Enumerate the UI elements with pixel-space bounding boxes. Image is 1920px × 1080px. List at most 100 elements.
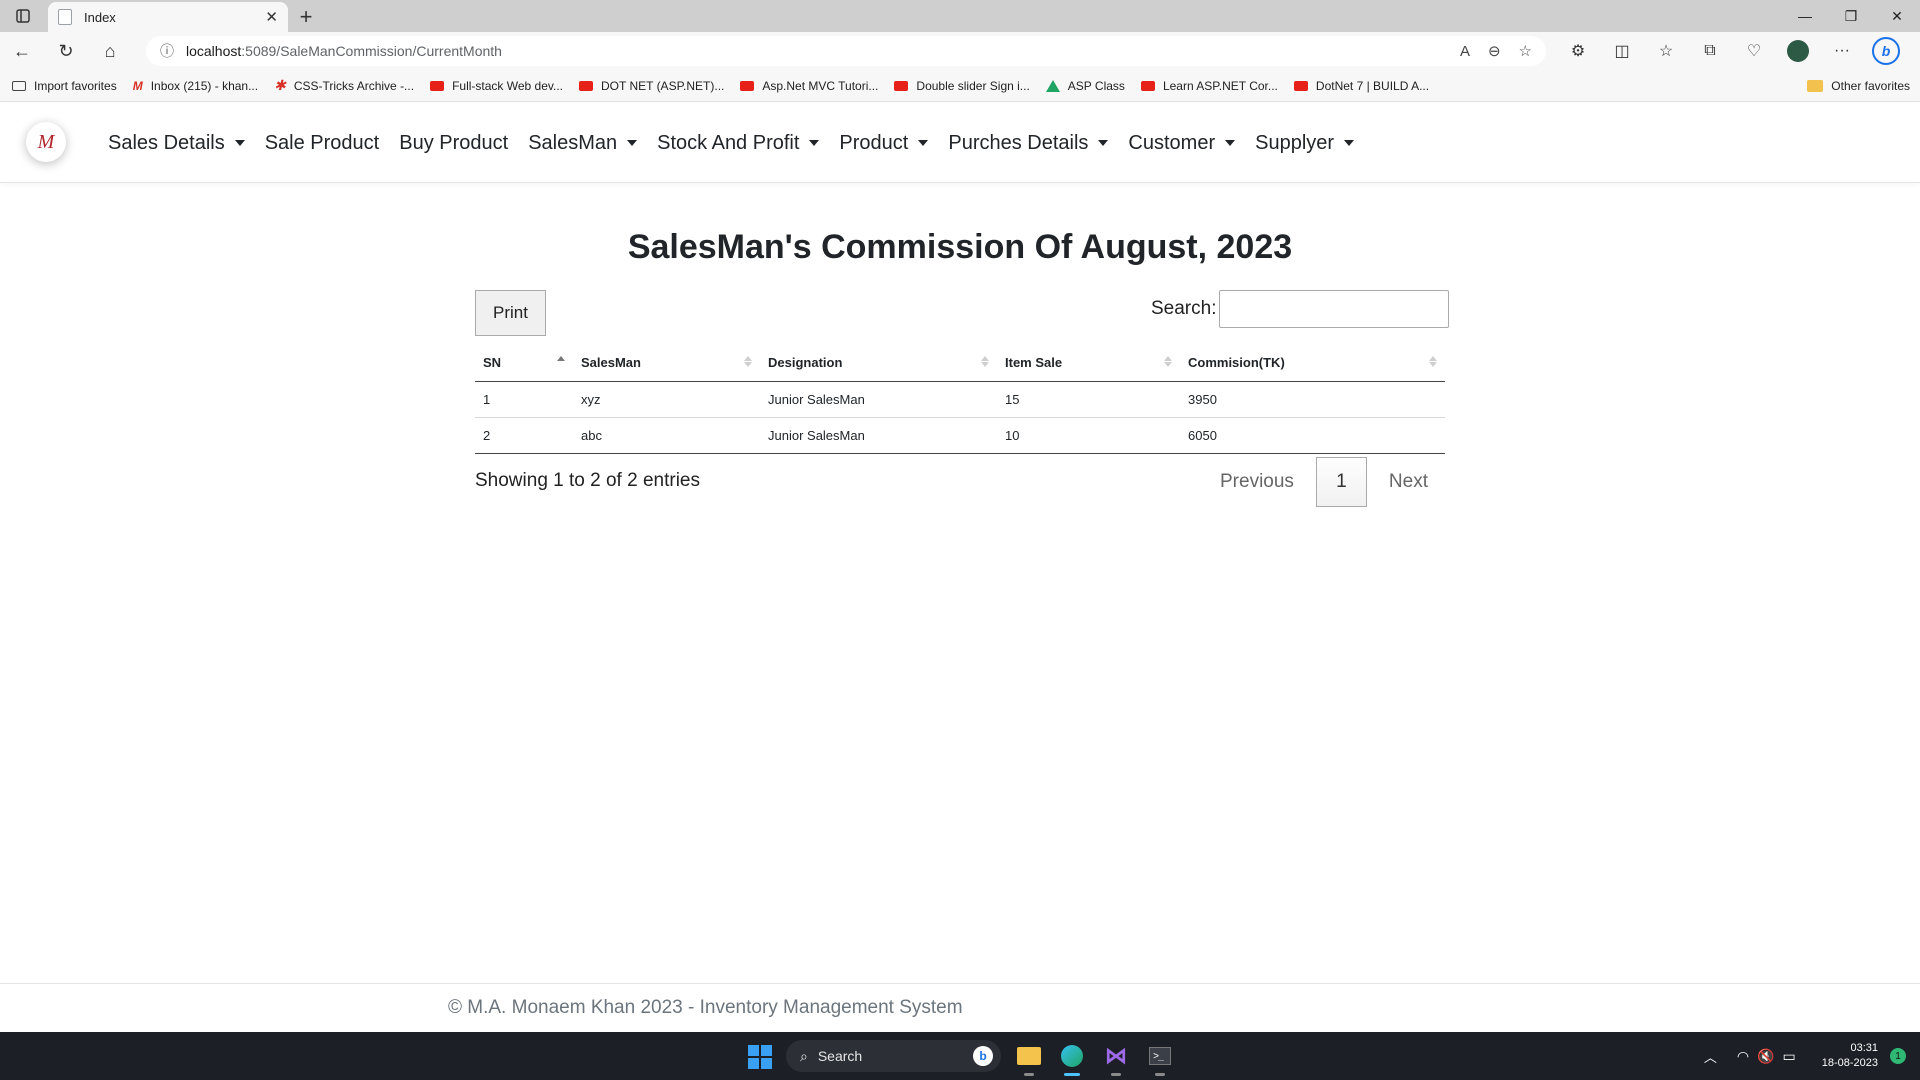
logo-text: M	[37, 130, 55, 153]
browser-toolbar-right: ⚙ ◫ ☆ ⧉ ♡ ··· b	[1556, 32, 1908, 70]
folder-icon	[1807, 80, 1824, 92]
brand-logo[interactable]: M	[26, 122, 66, 162]
file-explorer-icon[interactable]	[1013, 1040, 1045, 1076]
favorite-drive[interactable]: ASP Class	[1045, 79, 1125, 93]
print-button[interactable]: Print	[475, 290, 546, 336]
zoom-icon[interactable]: ⊖	[1488, 42, 1501, 60]
back-icon[interactable]: ←	[0, 32, 44, 70]
favorite-youtube-1[interactable]: Full-stack Web dev...	[430, 79, 563, 93]
search-icon: ⌕	[800, 1047, 808, 1064]
favorite-youtube-5[interactable]: Learn ASP.NET Cor...	[1140, 79, 1278, 93]
column-header-commission[interactable]: Commision(TK)	[1180, 344, 1445, 382]
extensions-icon[interactable]: ⚙	[1556, 41, 1600, 61]
close-tab-icon[interactable]: ✕	[265, 8, 278, 26]
other-favorites[interactable]: Other favorites	[1807, 70, 1910, 102]
start-icon[interactable]	[748, 1045, 772, 1069]
nav-label: Buy Product	[399, 131, 509, 154]
restore-icon[interactable]: ❐	[1828, 0, 1874, 32]
favorite-youtube-6[interactable]: DotNet 7 | BUILD A...	[1293, 79, 1429, 93]
column-label: Designation	[768, 354, 843, 370]
column-label: SalesMan	[581, 354, 641, 370]
info-icon[interactable]: ⓘ	[160, 41, 174, 61]
bing-chat-button[interactable]: b	[1864, 37, 1908, 65]
notification-badge[interactable]: 1	[1890, 1048, 1906, 1064]
favorite-youtube-4[interactable]: Double slider Sign i...	[894, 79, 1030, 93]
favorite-label: CSS-Tricks Archive -...	[293, 78, 415, 93]
next-page-button[interactable]: Next	[1375, 457, 1442, 507]
app-navbar: M Sales Details Sale Product Buy Product…	[0, 103, 1920, 183]
favorite-label: Import favorites	[34, 78, 117, 93]
search-label: Search:	[1151, 298, 1217, 319]
clock-date: 18-08-2023	[1821, 1057, 1878, 1069]
more-options-icon[interactable]: ···	[1820, 42, 1864, 60]
column-label: SN	[483, 354, 502, 370]
dropdown-caret-icon	[1098, 140, 1109, 146]
minimize-icon[interactable]: —	[1782, 0, 1828, 32]
network-volume-battery-icon[interactable]: ◠🔇▭	[1737, 1048, 1804, 1065]
clock[interactable]: 03:31 18-08-2023	[1822, 1041, 1878, 1071]
browser-essentials-icon[interactable]: ♡	[1732, 41, 1776, 61]
nav-item-salesman[interactable]: SalesMan	[518, 132, 647, 155]
clock-time: 03:31	[1850, 1042, 1878, 1054]
favorite-gmail[interactable]: M Inbox (215) - khan...	[133, 79, 258, 93]
window-controls: — ❐ ✕	[1782, 0, 1920, 32]
page-footer: © M.A. Monaem Khan 2023 - Inventory Mana…	[0, 983, 1920, 1032]
column-header-designation[interactable]: Designation	[760, 344, 997, 382]
nav-label: SalesMan	[528, 131, 618, 154]
search-input[interactable]	[1219, 290, 1450, 328]
table-info: Showing 1 to 2 of 2 entries	[475, 470, 700, 491]
table-header-row: SN SalesMan Designation Item Sale Commis…	[475, 344, 1445, 382]
tab-title: Index	[84, 9, 116, 25]
profile-avatar[interactable]	[1776, 40, 1820, 62]
favorite-youtube-3[interactable]: Asp.Net MVC Tutori...	[740, 79, 878, 93]
close-window-icon[interactable]: ✕	[1874, 0, 1920, 32]
collections-icon[interactable]: ⧉	[1688, 42, 1732, 60]
nav-item-sales-details[interactable]: Sales Details	[98, 132, 255, 155]
sort-icon	[1164, 356, 1172, 367]
windows-taskbar: ⌕ Search b ⋈ >_ ︿ ◠🔇▭ 03:31 18-08-2023 1	[0, 1032, 1920, 1080]
nav-item-purches-details[interactable]: Purches Details	[938, 132, 1118, 155]
youtube-icon	[430, 80, 445, 91]
nav-item-supplyer[interactable]: Supplyer	[1245, 132, 1364, 155]
visual-studio-icon[interactable]: ⋈	[1100, 1040, 1132, 1076]
column-header-sn[interactable]: SN	[475, 344, 573, 382]
favorite-star-icon[interactable]: ☆	[1519, 42, 1532, 60]
nav-label: Purches Details	[948, 131, 1089, 154]
read-aloud-icon[interactable]: A	[1460, 43, 1470, 60]
home-icon[interactable]: ⌂	[88, 32, 132, 70]
cell-designation: Junior SalesMan	[760, 417, 997, 454]
page-1-button[interactable]: 1	[1315, 457, 1367, 507]
favorite-css-tricks[interactable]: ✱ CSS-Tricks Archive -...	[274, 77, 414, 94]
nav-item-sale-product[interactable]: Sale Product	[255, 132, 390, 155]
show-hidden-icons-icon[interactable]: ︿	[1704, 1047, 1717, 1066]
nav-item-stock-and-profit[interactable]: Stock And Profit	[647, 132, 829, 155]
cell-sn: 1	[475, 381, 573, 418]
dropdown-caret-icon	[1344, 140, 1355, 146]
column-header-salesman[interactable]: SalesMan	[573, 344, 760, 382]
url-field[interactable]: ⓘ localhost:5089/SaleManCommission/Curre…	[146, 36, 1546, 66]
nav-item-buy-product[interactable]: Buy Product	[389, 132, 518, 155]
edge-icon[interactable]	[1056, 1040, 1088, 1076]
nav-item-product[interactable]: Product	[829, 132, 938, 155]
sort-icon	[981, 356, 989, 367]
favorite-youtube-2[interactable]: DOT NET (ASP.NET)...	[579, 79, 724, 93]
cell-item-sale: 10	[997, 417, 1180, 454]
favorite-import[interactable]: Import favorites	[12, 79, 117, 93]
browser-tab[interactable]: Index ✕	[48, 2, 288, 32]
page-icon	[58, 9, 72, 25]
terminal-icon[interactable]: >_	[1144, 1040, 1176, 1076]
refresh-icon[interactable]: ↻	[44, 32, 88, 70]
split-screen-icon[interactable]: ◫	[1600, 41, 1644, 61]
nav-label: Stock And Profit	[657, 131, 800, 154]
nav-label: Customer	[1128, 131, 1216, 154]
favorite-label: DOT NET (ASP.NET)...	[601, 78, 725, 93]
nav-item-customer[interactable]: Customer	[1118, 132, 1245, 155]
new-tab-button[interactable]: +	[288, 2, 324, 32]
column-header-item-sale[interactable]: Item Sale	[997, 344, 1180, 382]
taskbar-search[interactable]: ⌕ Search b	[786, 1040, 1001, 1072]
favorites-icon[interactable]: ☆	[1644, 41, 1688, 61]
previous-page-button[interactable]: Previous	[1206, 457, 1308, 507]
tab-actions-icon[interactable]	[0, 0, 46, 32]
column-label: Commision(TK)	[1188, 354, 1285, 370]
nav-label: Sales Details	[108, 131, 225, 154]
